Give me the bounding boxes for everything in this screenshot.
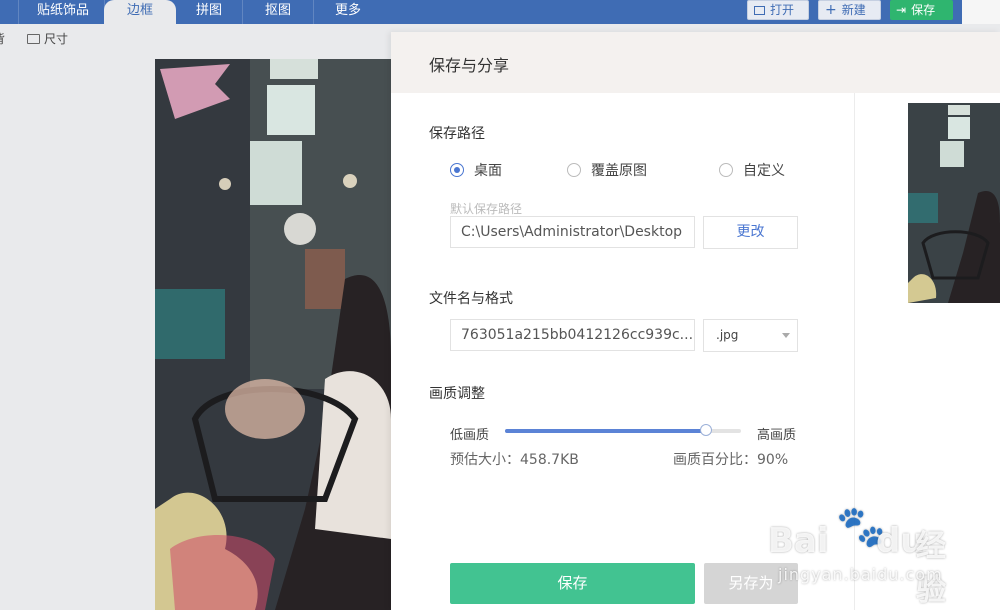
change-path-button[interactable]: 更改: [703, 216, 798, 249]
background-tool-label: 背: [0, 30, 5, 47]
save-top-button-label: 保存: [911, 3, 936, 17]
new-button[interactable]: + 新建: [818, 0, 881, 20]
save-share-dialog: 保存与分享 保存路径 桌面 覆盖原图 自定义 默认保存路径 C:\Users\A…: [391, 32, 1000, 610]
chevron-down-icon: [782, 333, 790, 338]
save-button[interactable]: 保存: [450, 563, 695, 604]
tab-partial[interactable]: [0, 0, 19, 24]
new-button-label: 新建: [841, 3, 866, 17]
dialog-title: 保存与分享: [429, 56, 510, 75]
tab-collage[interactable]: 拼图: [176, 0, 243, 24]
radio-overwrite-label: 覆盖原图: [591, 163, 647, 179]
tab-cutout[interactable]: 抠图: [243, 0, 314, 24]
radio-overwrite-indicator[interactable]: [567, 163, 581, 177]
tab-more[interactable]: 更多: [313, 0, 383, 24]
radio-custom-indicator[interactable]: [719, 163, 733, 177]
top-right-strip: [962, 0, 1000, 24]
size-icon: [27, 33, 40, 44]
save-as-button[interactable]: 另存为: [704, 563, 798, 604]
quality-slider-fill: [505, 429, 706, 433]
size-tool[interactable]: 尺寸: [27, 30, 68, 47]
top-tab-bar: 贴纸饰品 边框 拼图 抠图 更多 打开 + 新建 ⇥ 保存: [0, 0, 962, 24]
high-quality-label: 高画质: [757, 428, 797, 443]
open-button[interactable]: 打开: [747, 0, 809, 20]
preview-illustration: [908, 103, 1000, 303]
dialog-header: 保存与分享: [391, 32, 1000, 93]
radio-overwrite[interactable]: 覆盖原图: [567, 160, 647, 180]
format-select[interactable]: .jpg: [703, 319, 798, 352]
radio-custom-label: 自定义: [743, 163, 785, 179]
image-icon: [754, 5, 765, 15]
photo-illustration: [155, 59, 391, 610]
radio-custom[interactable]: 自定义: [719, 160, 785, 180]
size-tool-label: 尺寸: [44, 32, 69, 46]
low-quality-label: 低画质: [450, 428, 490, 443]
preview-thumbnail: [908, 103, 1000, 303]
quality-slider[interactable]: [505, 424, 741, 436]
quality-label: 画质调整: [429, 386, 485, 402]
save-path-field[interactable]: C:\Users\Administrator\Desktop: [450, 216, 695, 248]
file-format-label: 文件名与格式: [429, 291, 513, 307]
tab-stickers[interactable]: 贴纸饰品: [22, 0, 105, 24]
estimated-size-text: 预估大小：458.7KB: [450, 452, 579, 468]
default-path-hint: 默认保存路径: [450, 202, 523, 216]
dialog-divider: [854, 93, 855, 610]
export-icon: ⇥: [896, 3, 907, 17]
filename-field[interactable]: 763051a215bb0412126cc939c...: [450, 319, 695, 351]
radio-desktop[interactable]: 桌面: [450, 160, 502, 180]
photo-canvas[interactable]: [155, 59, 391, 610]
save-path-label: 保存路径: [429, 126, 485, 142]
tab-border[interactable]: 边框: [104, 0, 176, 24]
format-select-value: .jpg: [716, 328, 739, 342]
open-button-label: 打开: [770, 3, 795, 17]
radio-desktop-indicator[interactable]: [450, 163, 464, 177]
plus-icon: +: [825, 2, 837, 18]
radio-desktop-label: 桌面: [474, 163, 502, 179]
save-top-button[interactable]: ⇥ 保存: [890, 0, 953, 20]
background-tool[interactable]: 背: [0, 30, 5, 47]
quality-percent-text: 画质百分比：90%: [673, 452, 789, 468]
quality-slider-thumb[interactable]: [699, 424, 712, 436]
